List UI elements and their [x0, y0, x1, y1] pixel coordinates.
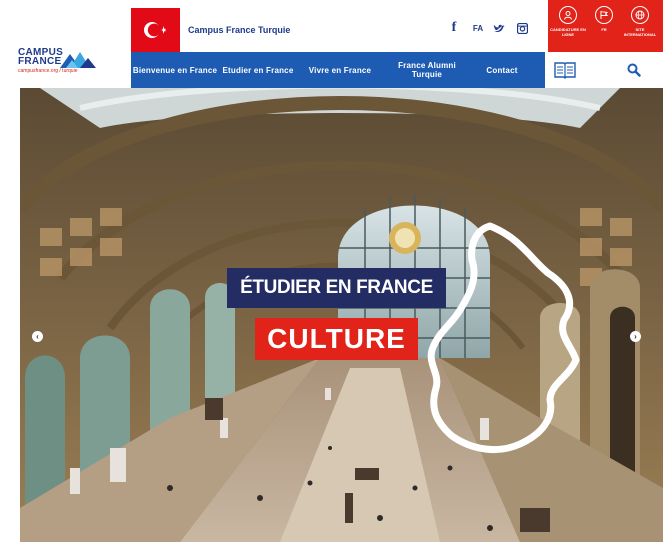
twitter-bird-icon [493, 24, 505, 33]
hero-headline-box: ÉTUDIER EN FRANCE [227, 268, 446, 308]
nav-item-etudier[interactable]: Etudier en France [219, 66, 297, 75]
nav-item-alumni[interactable]: France Alumni Turquie [383, 61, 471, 79]
online-application-link[interactable]: CANDIDATURE EN LIGNE [550, 6, 586, 50]
facebook-icon[interactable]: f [448, 20, 460, 36]
fr-site-link[interactable]: FR [587, 6, 621, 50]
hero-carousel: ‹ › ÉTUDIER EN FRANCE CULTURE [20, 88, 663, 542]
carousel-next-button[interactable]: › [630, 331, 641, 342]
turkey-flag-icon [143, 22, 165, 38]
instagram-camera-icon [516, 22, 528, 34]
hero-museum-image [20, 88, 663, 542]
campus-france-logo[interactable]: CAMPUS FRANCE campusfrance.org / turquie [18, 48, 102, 78]
main-navigation: Bienvenue en France Etudier en France Vi… [131, 52, 545, 88]
search-icon [627, 63, 641, 77]
hero-headline: ÉTUDIER EN FRANCE [240, 277, 433, 298]
hero-subheadline: CULTURE [267, 323, 406, 354]
nav-item-contact[interactable]: Contact [471, 66, 533, 75]
international-site-link[interactable]: SITE INTERNATIONAL [623, 6, 657, 50]
search-button[interactable] [614, 52, 654, 88]
logo-triangles-icon [60, 52, 96, 68]
online-application-label: CANDIDATURE EN LIGNE [550, 27, 586, 37]
flag-circle-icon [595, 6, 613, 24]
language-fa-link[interactable]: FA [470, 20, 486, 36]
hero-subheadline-box: CULTURE [255, 318, 418, 360]
book-icon [554, 62, 576, 79]
turkey-flag-button[interactable] [131, 8, 180, 52]
user-circle-icon [559, 6, 577, 24]
quick-links-panel: CANDIDATURE EN LIGNE FR SITE INTERNATION… [548, 0, 663, 52]
nav-item-bienvenue[interactable]: Bienvenue en France [131, 66, 219, 75]
carousel-prev-button[interactable]: ‹ [32, 331, 43, 342]
globe-icon [631, 6, 649, 24]
fr-site-label: FR [601, 27, 607, 32]
catalog-button[interactable] [545, 52, 585, 88]
instagram-icon[interactable] [515, 20, 529, 36]
twitter-icon[interactable] [492, 20, 506, 36]
site-title[interactable]: Campus France Turquie [188, 25, 290, 35]
logo-line2: FRANCE [18, 56, 62, 67]
international-site-label: SITE INTERNATIONAL [623, 27, 657, 37]
nav-item-vivre[interactable]: Vivre en France [297, 66, 383, 75]
